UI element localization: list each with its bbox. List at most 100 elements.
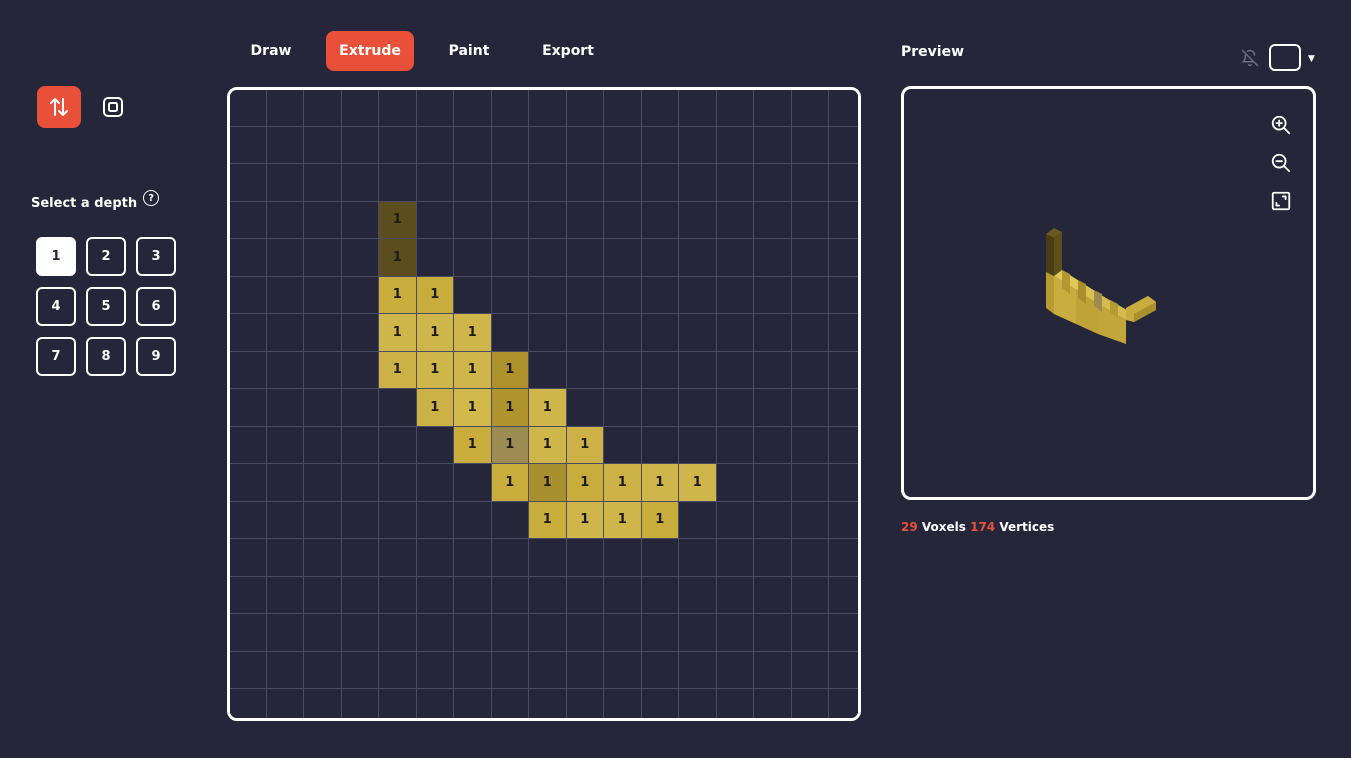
grid-cell[interactable]	[266, 351, 304, 389]
grid-cell[interactable]	[304, 464, 342, 502]
grid-cell[interactable]	[604, 689, 642, 718]
filled-voxel-cell[interactable]: 1	[491, 351, 529, 389]
grid-cell[interactable]	[604, 201, 642, 239]
grid-cell[interactable]	[266, 689, 304, 718]
grid-cell[interactable]	[266, 314, 304, 352]
grid-cell[interactable]	[566, 164, 604, 202]
grid-cell[interactable]	[491, 314, 529, 352]
grid-cell[interactable]	[379, 389, 417, 427]
grid-cell[interactable]	[416, 651, 454, 689]
grid-cell[interactable]	[604, 614, 642, 652]
grid-cell[interactable]	[266, 276, 304, 314]
grid-cell[interactable]	[754, 614, 792, 652]
grid-cell[interactable]	[529, 351, 567, 389]
grid-cell[interactable]	[379, 426, 417, 464]
grid-cell[interactable]	[491, 576, 529, 614]
grid-cell[interactable]	[230, 239, 267, 277]
filled-voxel-cell[interactable]: 1	[454, 426, 492, 464]
grid-cell[interactable]	[566, 689, 604, 718]
filled-voxel-cell[interactable]: 1	[416, 351, 454, 389]
chevron-down-icon[interactable]: ▼	[1308, 54, 1315, 64]
grid-cell[interactable]	[566, 314, 604, 352]
grid-cell[interactable]	[641, 389, 679, 427]
grid-cell[interactable]	[829, 276, 858, 314]
filled-voxel-cell[interactable]: 1	[641, 464, 679, 502]
grid-cell[interactable]	[266, 389, 304, 427]
tab-extrude[interactable]: Extrude	[326, 31, 414, 71]
grid-cell[interactable]	[829, 539, 858, 577]
grid-cell[interactable]	[679, 126, 717, 164]
grid-cell[interactable]	[754, 276, 792, 314]
grid-cell[interactable]	[604, 239, 642, 277]
zoom-in-icon[interactable]	[1270, 114, 1292, 136]
grid-cell[interactable]	[716, 201, 754, 239]
grid-cell[interactable]	[716, 164, 754, 202]
grid-cell[interactable]	[791, 126, 829, 164]
grid-cell[interactable]	[491, 126, 529, 164]
grid-cell[interactable]	[416, 201, 454, 239]
grid-cell[interactable]	[716, 389, 754, 427]
grid-cell[interactable]	[829, 351, 858, 389]
grid-cell[interactable]	[230, 576, 267, 614]
filled-voxel-cell[interactable]: 1	[491, 426, 529, 464]
grid-cell[interactable]	[791, 651, 829, 689]
grid-cell[interactable]	[641, 576, 679, 614]
depth-option-7[interactable]: 7	[36, 337, 76, 376]
grid-cell[interactable]	[641, 90, 679, 127]
grid-cell[interactable]	[230, 90, 267, 127]
grid-cell[interactable]	[754, 90, 792, 127]
grid-cell[interactable]	[566, 90, 604, 127]
grid-cell[interactable]	[829, 164, 858, 202]
grid-cell[interactable]	[754, 351, 792, 389]
grid-cell[interactable]	[641, 689, 679, 718]
grid-cell[interactable]	[679, 164, 717, 202]
grid-cell[interactable]	[641, 539, 679, 577]
grid-cell[interactable]	[604, 276, 642, 314]
grid-cell[interactable]	[379, 614, 417, 652]
voxel-grid-canvas[interactable]: 11111111111111111111111111111	[227, 87, 861, 721]
question-circle-icon[interactable]: ?	[143, 190, 160, 206]
grid-cell[interactable]	[454, 126, 492, 164]
grid-cell[interactable]	[754, 651, 792, 689]
grid-cell[interactable]	[716, 501, 754, 539]
grid-cell[interactable]	[829, 90, 858, 127]
bell-off-icon[interactable]	[1241, 49, 1259, 67]
grid-cell[interactable]	[416, 576, 454, 614]
grid-cell[interactable]	[379, 126, 417, 164]
grid-cell[interactable]	[566, 201, 604, 239]
grid-cell[interactable]	[529, 314, 567, 352]
grid-cell[interactable]	[454, 501, 492, 539]
grid-cell[interactable]	[341, 689, 379, 718]
filled-voxel-cell[interactable]: 1	[529, 389, 567, 427]
grid-cell[interactable]	[230, 651, 267, 689]
grid-cell[interactable]	[679, 351, 717, 389]
grid-cell[interactable]	[416, 126, 454, 164]
grid-cell[interactable]	[341, 539, 379, 577]
grid-cell[interactable]	[491, 276, 529, 314]
grid-cell[interactable]	[716, 539, 754, 577]
grid-cell[interactable]	[791, 426, 829, 464]
grid-cell[interactable]	[416, 689, 454, 718]
grid-cell[interactable]	[341, 426, 379, 464]
grid-cell[interactable]	[641, 239, 679, 277]
grid-cell[interactable]	[454, 90, 492, 127]
grid-cell[interactable]	[341, 314, 379, 352]
grid-cell[interactable]	[230, 126, 267, 164]
grid-cell[interactable]	[230, 314, 267, 352]
filled-voxel-cell[interactable]: 1	[679, 464, 717, 502]
grid-cell[interactable]	[679, 389, 717, 427]
grid-cell[interactable]	[641, 614, 679, 652]
grid-cell[interactable]	[379, 576, 417, 614]
grid-cell[interactable]	[754, 164, 792, 202]
grid-cell[interactable]	[679, 239, 717, 277]
grid-cell[interactable]	[829, 614, 858, 652]
grid-cell[interactable]	[754, 501, 792, 539]
grid-cell[interactable]	[829, 314, 858, 352]
grid-cell[interactable]	[304, 614, 342, 652]
grid-cell[interactable]	[679, 426, 717, 464]
grid-cell[interactable]	[230, 201, 267, 239]
filled-voxel-cell[interactable]: 1	[491, 389, 529, 427]
grid-cell[interactable]	[716, 689, 754, 718]
depth-option-6[interactable]: 6	[136, 287, 176, 326]
grid-cell[interactable]	[304, 126, 342, 164]
